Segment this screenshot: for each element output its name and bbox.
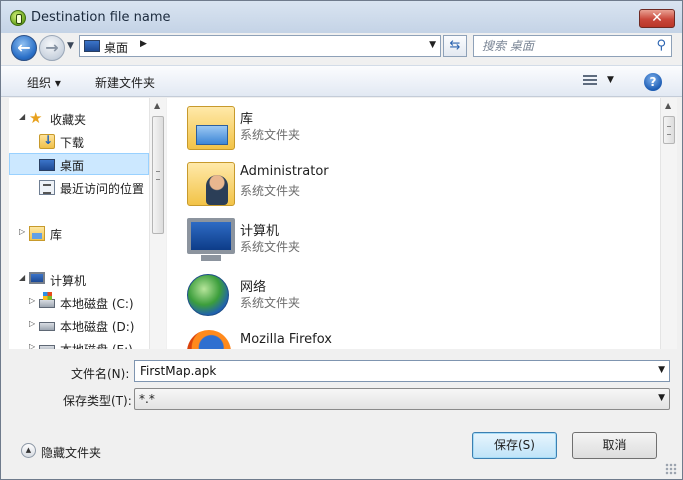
file-list: 库 系统文件夹 Administrator 系统文件夹 计算机 系统文件夹 网络… [167, 98, 660, 349]
sidebar-item-label: 本地磁盘 (D:) [60, 320, 135, 334]
expanded-arrow-icon[interactable]: ◢ [19, 273, 25, 282]
list-item[interactable]: 计算机 系统文件夹 [181, 214, 651, 266]
drive-icon [39, 322, 55, 331]
scrollbar-thumb[interactable] [152, 116, 164, 234]
filetype-label: 保存类型(T): [63, 394, 132, 408]
collapsed-arrow-icon[interactable]: ▷ [19, 227, 25, 236]
downloads-folder-icon [39, 133, 55, 149]
sidebar-item-libraries[interactable]: ▷ 库 [9, 223, 149, 245]
sidebar-item-recent-places[interactable]: 最近访问的位置 [9, 177, 149, 199]
search-box[interactable]: ⚲ [473, 35, 672, 57]
change-view-button[interactable]: ▼ [583, 73, 617, 91]
file-name: 库 [240, 112, 254, 127]
app-icon [10, 10, 26, 26]
breadcrumb-chevron-icon[interactable]: ▶ [140, 39, 147, 49]
user-folder-icon [187, 162, 235, 206]
expanded-arrow-icon[interactable]: ◢ [19, 112, 25, 121]
address-dropdown-icon[interactable]: ▼ [429, 40, 436, 50]
sidebar-item-label: 桌面 [60, 159, 85, 173]
organize-button[interactable]: 组织 ▾ [27, 74, 61, 91]
save-button[interactable]: 保存(S) [472, 432, 557, 459]
chevron-up-icon: ▲ [21, 443, 36, 458]
sidebar-item-label: 收藏夹 [50, 113, 87, 127]
search-input[interactable] [480, 38, 650, 54]
filetype-select[interactable]: *.* ▼ [134, 388, 670, 410]
breadcrumb-desktop[interactable]: 桌面 [104, 39, 128, 56]
new-folder-button[interactable]: 新建文件夹 [95, 74, 155, 91]
cancel-button[interactable]: 取消 [572, 432, 657, 459]
sidebar-item-drive-d[interactable]: ▷ 本地磁盘 (D:) [9, 315, 149, 337]
sidebar-item-label: 最近访问的位置 [60, 182, 145, 196]
collapsed-arrow-icon[interactable]: ▷ [29, 296, 35, 305]
title-bar: Destination file name ✕ [1, 1, 682, 33]
search-icon[interactable]: ⚲ [656, 38, 666, 53]
filename-combobox[interactable]: ▼ [134, 360, 670, 382]
sidebar-item-drive-c[interactable]: ▷ 本地磁盘 (C:) [9, 292, 149, 314]
sidebar-item-label: 下载 [60, 136, 85, 150]
desktop-icon [84, 40, 100, 52]
close-button[interactable]: ✕ [639, 9, 675, 28]
sidebar-item-computer[interactable]: ◢ 计算机 [9, 269, 149, 291]
sidebar-item-drive-e[interactable]: ▷ 本地磁盘 (E:) [9, 338, 149, 349]
navigation-pane-scrollbar[interactable]: ▲ [149, 98, 166, 349]
file-list-scrollbar[interactable]: ▲ [660, 98, 677, 349]
file-type: 系统文件夹 [240, 128, 301, 142]
collapsed-arrow-icon[interactable]: ▷ [29, 319, 35, 328]
scrollbar-thumb[interactable] [663, 116, 675, 144]
navigation-pane: ◢ ★ 收藏夹 下载 桌面 最近访问的位置 ▷ 库 ◢ 计算机 ▷ [9, 98, 166, 349]
collapsed-arrow-icon[interactable]: ▷ [29, 342, 35, 349]
filetype-value: *.* [139, 392, 155, 406]
hide-folders-label: 隐藏文件夹 [41, 446, 102, 460]
file-type: 系统文件夹 [240, 184, 301, 198]
sidebar-item-label: 计算机 [50, 274, 87, 288]
list-item[interactable]: Mozilla Firefox [181, 326, 651, 349]
scroll-up-icon[interactable]: ▲ [665, 101, 671, 110]
filename-input[interactable] [138, 363, 638, 379]
list-item[interactable]: Administrator 系统文件夹 [181, 158, 651, 210]
chevron-down-icon[interactable]: ▼ [658, 393, 665, 403]
save-dialog: Destination file name ✕ ← → ▼ 桌面 ▶ ▼ ⇆ ⚲… [0, 0, 683, 480]
file-name: 网络 [240, 280, 267, 295]
file-type: 系统文件夹 [240, 240, 301, 254]
file-name: Administrator [240, 164, 329, 179]
libraries-icon [29, 226, 45, 241]
filename-label: 文件名(N): [71, 367, 130, 381]
file-type: 系统文件夹 [240, 296, 301, 310]
sidebar-item-label: 库 [50, 228, 63, 242]
firefox-icon [187, 330, 231, 349]
computer-icon [187, 218, 235, 261]
file-name: 计算机 [240, 224, 280, 239]
file-name: Mozilla Firefox [240, 332, 332, 347]
sidebar-item-label: 本地磁盘 (C:) [60, 297, 134, 311]
network-globe-icon [187, 274, 229, 316]
recent-locations-dropdown-icon[interactable]: ▼ [67, 41, 77, 53]
list-item[interactable]: 网络 系统文件夹 [181, 270, 651, 322]
hide-folders-toggle[interactable]: ▲ 隐藏文件夹 [21, 442, 131, 460]
list-item[interactable]: 库 系统文件夹 [181, 102, 651, 154]
sidebar-item-downloads[interactable]: 下载 [9, 131, 149, 153]
view-details-icon [583, 75, 597, 87]
refresh-button[interactable]: ⇆ [443, 35, 467, 57]
desktop-icon [39, 159, 55, 171]
recent-places-icon [39, 180, 55, 195]
sidebar-item-favorites[interactable]: ◢ ★ 收藏夹 [9, 108, 149, 130]
drive-icon [39, 345, 55, 349]
window-title: Destination file name [31, 10, 171, 25]
scroll-up-icon[interactable]: ▲ [154, 101, 160, 110]
system-drive-icon [39, 292, 55, 308]
sidebar-item-desktop[interactable]: 桌面 [9, 153, 149, 175]
help-button[interactable]: ? [644, 73, 662, 91]
resize-grip-icon[interactable] [665, 463, 677, 475]
chevron-down-icon: ▼ [607, 75, 614, 85]
forward-arrow-icon[interactable]: → [39, 35, 65, 61]
address-bar[interactable]: 桌面 ▶ ▼ [79, 35, 441, 57]
favorites-star-icon: ★ [29, 109, 43, 127]
sidebar-item-label: 本地磁盘 (E:) [60, 341, 133, 349]
back-arrow-icon[interactable]: ← [11, 35, 37, 61]
library-folder-icon [187, 106, 235, 150]
computer-icon [29, 272, 45, 284]
command-bar: 组织 ▾ 新建文件夹 ▼ ? [1, 65, 682, 97]
chevron-down-icon[interactable]: ▼ [658, 365, 665, 375]
